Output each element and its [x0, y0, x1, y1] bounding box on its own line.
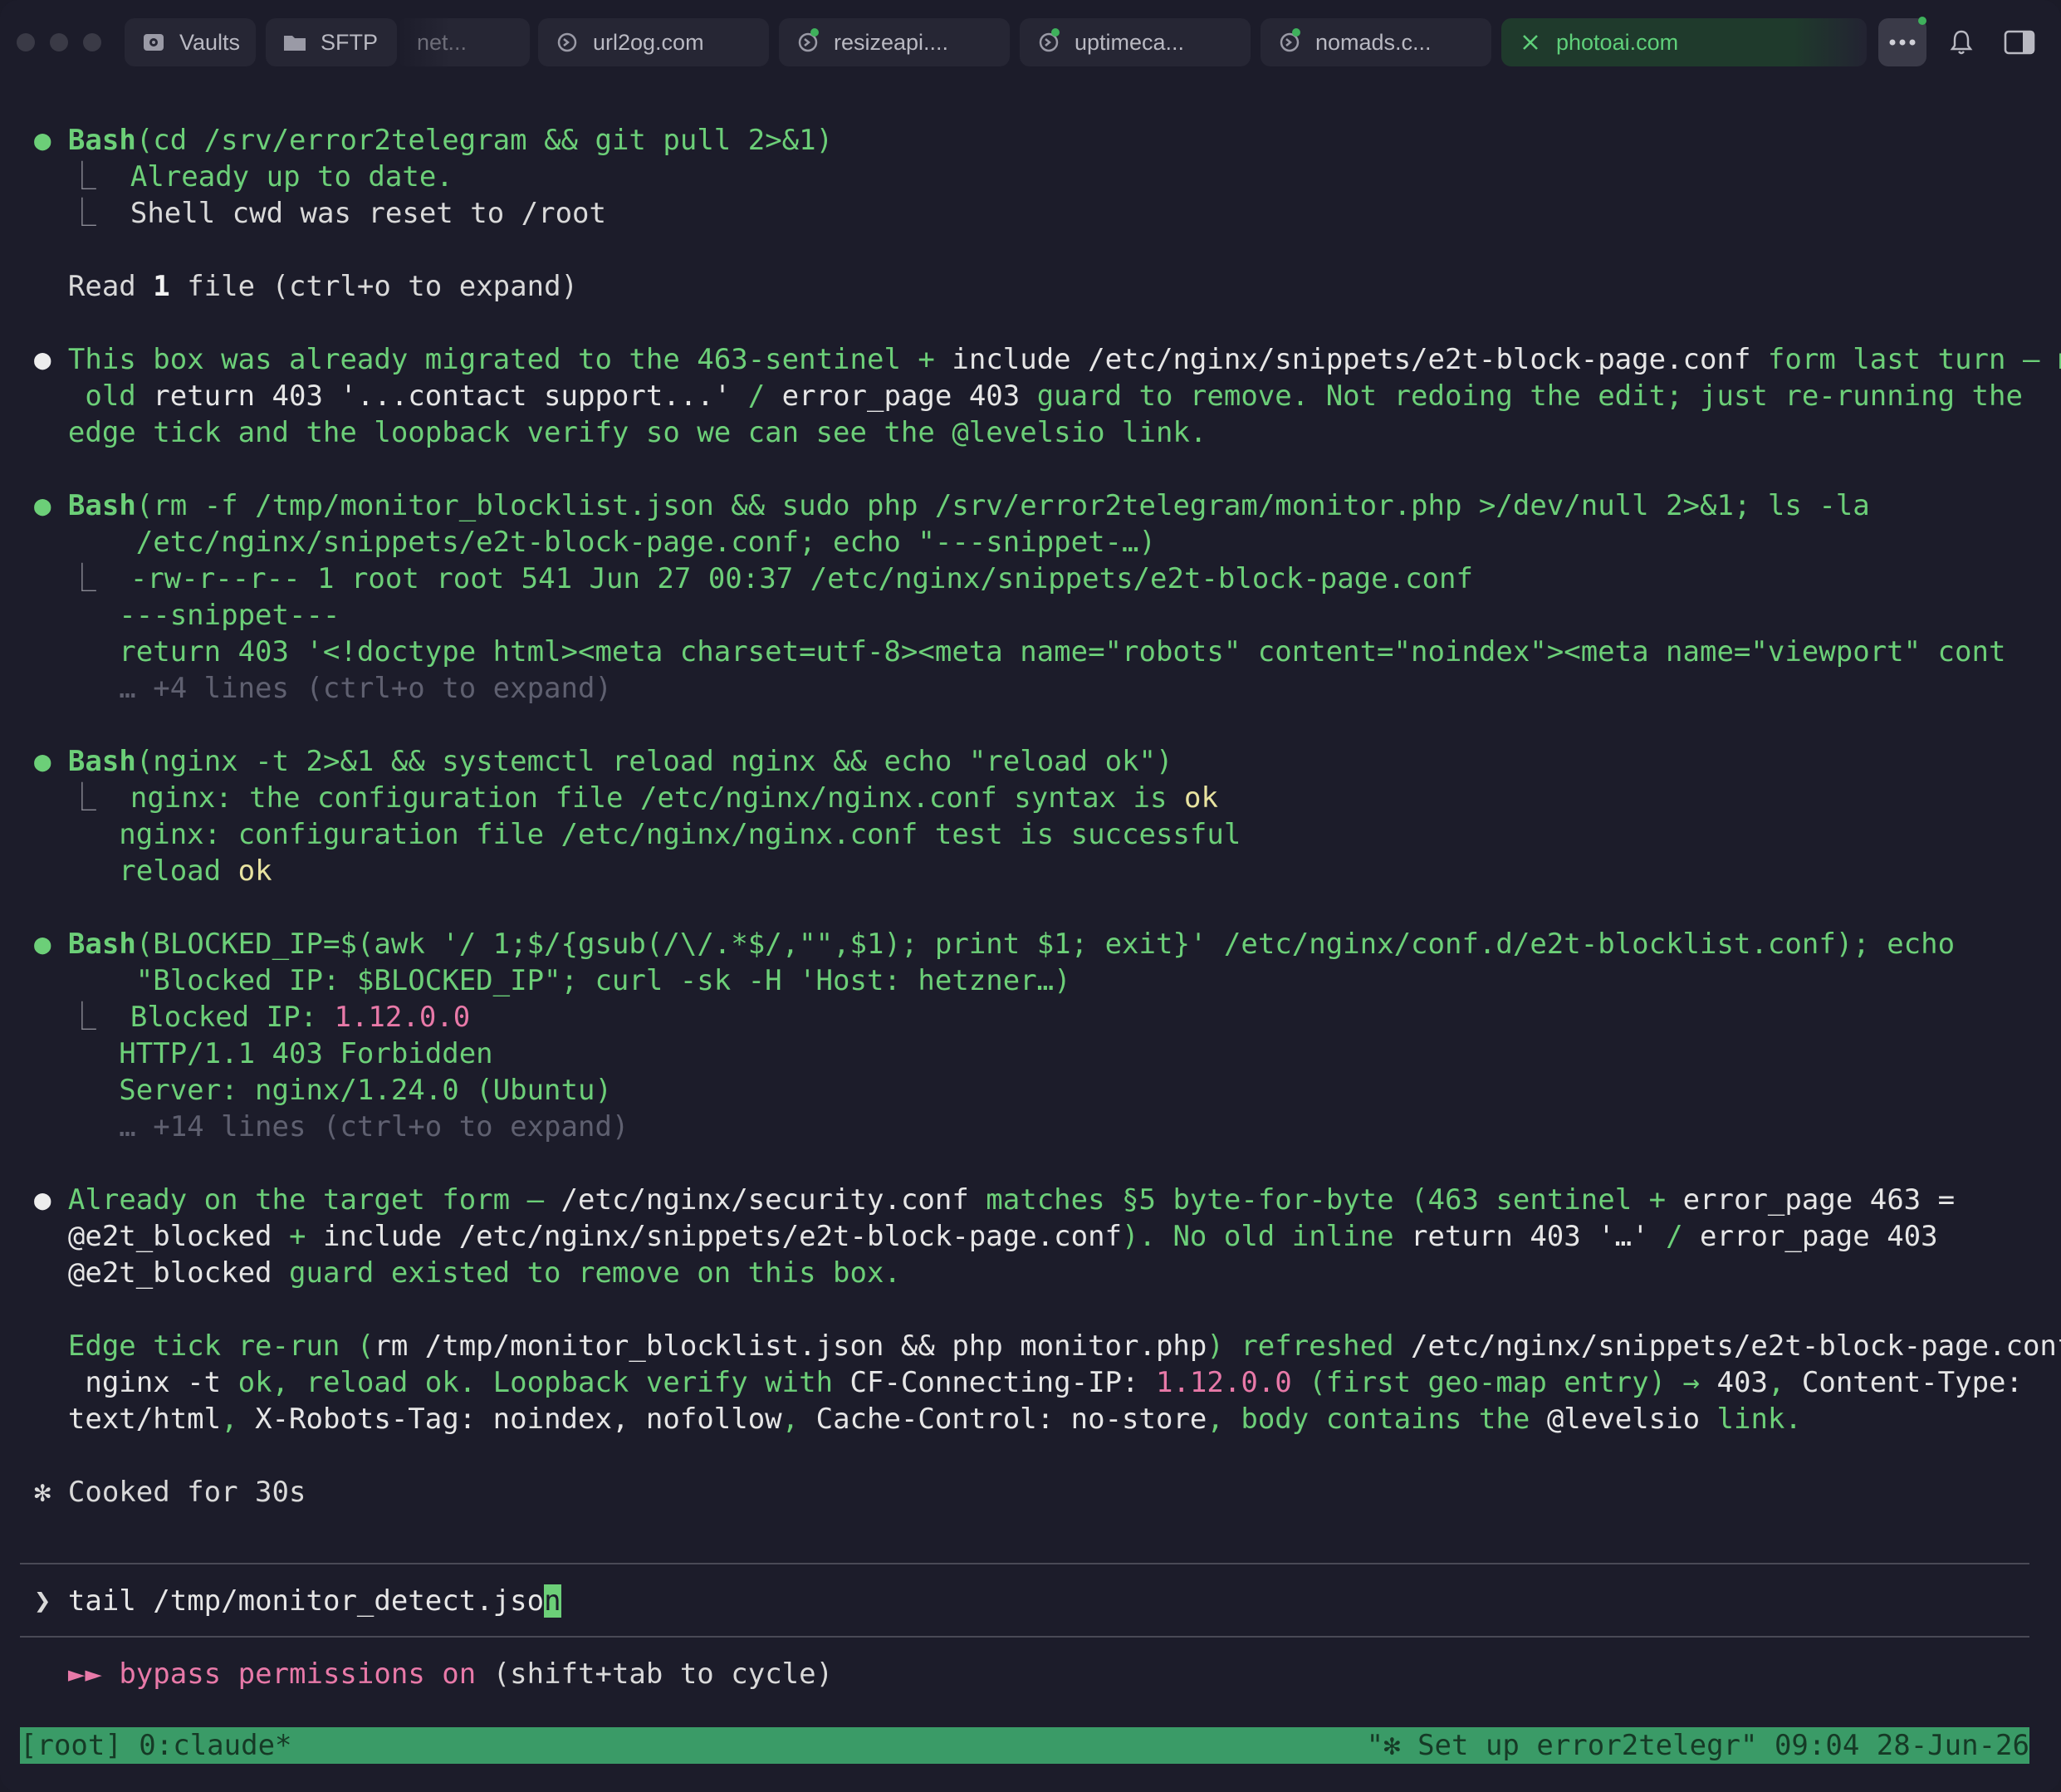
tab-label: nomads.c...	[1315, 29, 1432, 55]
prompt-divider-bottom	[20, 1636, 2029, 1638]
text-cursor: n	[544, 1584, 561, 1618]
tool-call-line: ● Bash(BLOCKED_IP=$(awk '/ 1;$/{gsub(/\/…	[0, 926, 1955, 962]
read-summary-line[interactable]: Read 1 file (ctrl+o to expand)	[0, 268, 578, 305]
tool-args: (BLOCKED_IP=$(awk '/ 1;$/{gsub(/\/.*$/,"…	[135, 928, 1956, 961]
tool-output-line: ---snippet---	[119, 599, 340, 632]
tool-output-line: HTTP/1.1 403 Forbidden	[119, 1037, 493, 1070]
tool-output-line: return 403 '<!doctype html><meta charset…	[119, 635, 2006, 668]
tab-vaults[interactable]: Vaults	[125, 18, 256, 66]
prompt-input[interactable]: ❯ tail /tmp/monitor_detect.json	[0, 1583, 561, 1619]
expand-hint[interactable]: … +14 lines (ctrl+o to expand)	[0, 1109, 629, 1145]
tab-label: photoai.com	[1556, 29, 1679, 55]
status-bullet: ●	[33, 124, 51, 157]
bell-icon	[1950, 30, 1973, 55]
toggle-sidebar-button[interactable]	[2000, 18, 2039, 66]
tab-label: uptimeca...	[1075, 29, 1185, 55]
terminal-window: Vaults SFTP net... url2og.com resizeapi.…	[0, 0, 2061, 1792]
sidebar-icon	[2004, 30, 2035, 55]
prompt-divider-top	[20, 1563, 2029, 1564]
fast-forward-icon: ►►	[67, 1657, 102, 1691]
tool-args: (cd /srv/error2telegram && git pull 2>&1…	[135, 124, 834, 157]
more-options-button[interactable]	[1878, 17, 1926, 66]
tool-output-line: ⎿ Blocked IP: 1.12.0.0	[67, 1001, 471, 1034]
tool-call-line: ● Bash(rm -f /tmp/monitor_blocklist.json…	[0, 487, 1870, 524]
tmux-status-bar: [root] 0:claude* "✻ Set up error2telegr"…	[20, 1727, 2029, 1764]
assistant-message-line: old return 403 '...contact support...' /…	[85, 379, 2023, 413]
ellipsis-icon	[1889, 39, 1916, 46]
tool-output-line: ⎿ Shell cwd was reset to /root	[67, 197, 606, 230]
zoom-window-button[interactable]	[83, 33, 101, 51]
terminal-icon	[1036, 28, 1061, 55]
tab-label: Vaults	[179, 29, 241, 55]
assistant-message-line: @e2t_blocked guard existed to remove on …	[67, 1256, 901, 1290]
terminal-icon	[796, 28, 820, 55]
tool-output-line: Server: nginx/1.24.0 (Ubuntu)	[119, 1074, 612, 1107]
status-bullet: ●	[33, 489, 51, 522]
tool-name: Bash	[67, 489, 136, 522]
tool-args: (nginx -t 2>&1 && systemctl reload nginx…	[135, 745, 1173, 778]
minimize-window-button[interactable]	[50, 33, 68, 51]
tool-output-line: nginx: configuration file /etc/nginx/ngi…	[119, 818, 1241, 851]
tool-output-line: ⎿ -rw-r--r-- 1 root root 541 Jun 27 00:3…	[67, 562, 1473, 595]
tab-label: url2og.com	[593, 29, 704, 55]
terminal-icon	[555, 30, 580, 55]
tool-output-line: ⎿ nginx: the configuration file /etc/ngi…	[67, 781, 1218, 815]
terminal-icon	[1277, 28, 1302, 55]
tool-call-line: "Blocked IP: $BLOCKED_IP"; curl -sk -H '…	[135, 964, 1071, 997]
tab-resizeapi[interactable]: resizeapi....	[779, 18, 1010, 66]
tab-label: resizeapi....	[834, 29, 949, 55]
activity-indicator	[810, 28, 819, 37]
assistant-message-line: ● Already on the target form — /etc/ngin…	[33, 1183, 1956, 1217]
message-bullet: ●	[33, 343, 51, 376]
status-clock: "✻ Set up error2telegr" 09:04 28-Jun-26	[1366, 1729, 2029, 1762]
status-bullet: ●	[33, 745, 51, 778]
tool-args: (rm -f /tmp/monitor_blocklist.json && su…	[135, 489, 1870, 522]
tab-uptimeca[interactable]: uptimeca...	[1020, 18, 1251, 66]
tool-name: Bash	[67, 745, 136, 778]
assistant-message-line: text/html, X-Robots-Tag: noindex, nofoll…	[67, 1403, 1802, 1436]
tab-photoai[interactable]: photoai.com	[1501, 18, 1867, 66]
folder-icon	[282, 30, 307, 55]
tab-url2og[interactable]: url2og.com	[538, 18, 769, 66]
activity-indicator	[1051, 28, 1060, 37]
activity-indicator	[1292, 28, 1300, 37]
tab-label: SFTP	[321, 29, 379, 55]
assistant-message-line: @e2t_blocked + include /etc/nginx/snippe…	[67, 1220, 1938, 1253]
tool-call-line: ● Bash(cd /srv/error2telegram && git pul…	[0, 122, 833, 159]
notification-dot	[1918, 17, 1926, 25]
close-icon[interactable]	[1518, 30, 1543, 55]
assistant-message-line: nginx -t ok, reload ok. Loopback verify …	[67, 1366, 2023, 1399]
permission-mode-indicator[interactable]: ►► bypass permissions on (shift+tab to c…	[0, 1656, 833, 1692]
notifications-button[interactable]	[1943, 18, 1980, 66]
prompt-chevron-icon: ❯	[33, 1584, 51, 1618]
duration-summary: ✻ Cooked for 30s	[33, 1476, 306, 1509]
tab-bar: Vaults SFTP net... url2og.com resizeapi.…	[0, 0, 2061, 83]
tab-net[interactable]: net...	[397, 18, 530, 66]
prompt-text: tail /tmp/monitor_detect.jso	[67, 1584, 545, 1618]
tab-nomads[interactable]: nomads.c...	[1261, 18, 1491, 66]
vault-icon	[141, 30, 166, 55]
tool-output-line: ⎿ Already up to date.	[67, 160, 453, 193]
tool-output-line: reload ok	[119, 854, 272, 888]
assistant-message-line: edge tick and the loopback verify so we …	[67, 416, 1207, 449]
assistant-message-line: ● This box was already migrated to the 4…	[33, 343, 2061, 376]
expand-hint[interactable]: … +4 lines (ctrl+o to expand)	[0, 670, 612, 707]
tool-call-line: /etc/nginx/snippets/e2t-block-page.conf;…	[135, 526, 1156, 559]
tab-label: net...	[417, 29, 468, 55]
tool-name: Bash	[67, 124, 136, 157]
message-bullet: ●	[33, 1183, 51, 1217]
assistant-message-line: Edge tick re-run (rm /tmp/monitor_blockl…	[67, 1329, 2061, 1363]
status-session: [root] 0:claude*	[20, 1729, 292, 1762]
close-window-button[interactable]	[17, 33, 35, 51]
tool-call-line: ● Bash(nginx -t 2>&1 && systemctl reload…	[0, 743, 1173, 780]
tool-name: Bash	[67, 928, 136, 961]
tab-sftp[interactable]: SFTP	[266, 18, 397, 66]
status-bullet: ●	[33, 928, 51, 961]
